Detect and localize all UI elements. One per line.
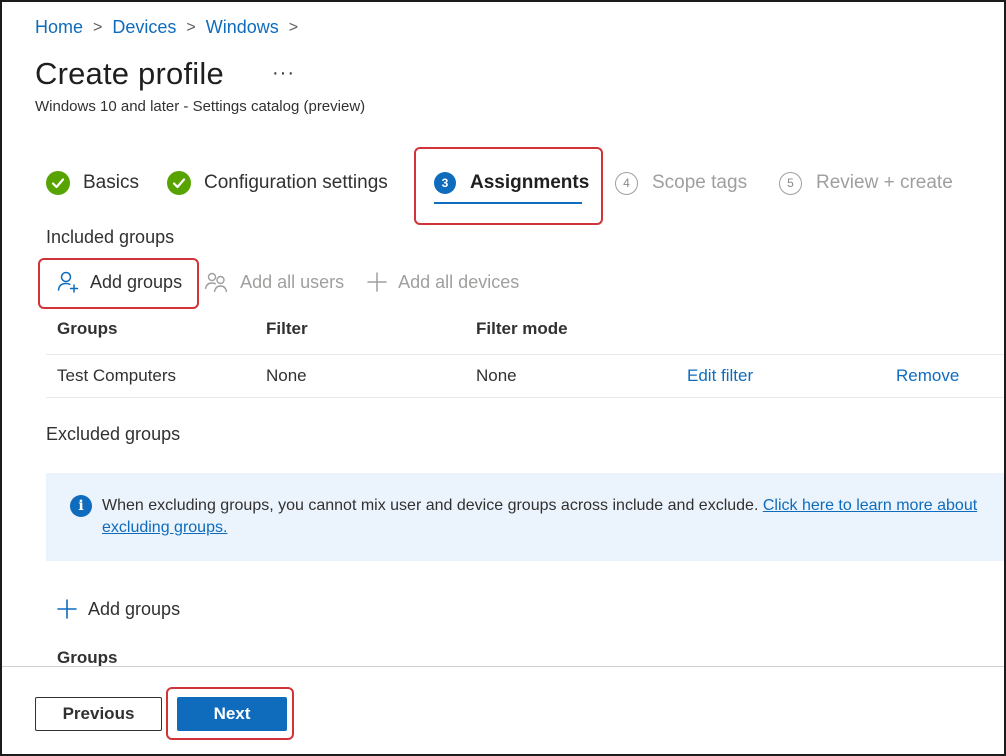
active-step-underline bbox=[434, 202, 582, 204]
included-groups-table: Groups Filter Filter mode Test Computers… bbox=[46, 310, 1004, 400]
create-profile-page: Home > Devices > Windows > Create profil… bbox=[0, 0, 1006, 756]
people-icon bbox=[204, 271, 230, 293]
add-groups-label: Add groups bbox=[90, 271, 183, 292]
excluded-groups-title: Excluded groups bbox=[46, 424, 181, 444]
step-number: 3 bbox=[434, 172, 456, 194]
breadcrumb-separator: > bbox=[288, 18, 299, 36]
step-number: 5 bbox=[779, 171, 802, 195]
plus-icon bbox=[56, 598, 78, 620]
column-header-groups: Groups bbox=[57, 319, 118, 338]
add-all-users-button[interactable]: Add all users bbox=[204, 271, 344, 293]
page-title: Create profile bbox=[35, 56, 224, 91]
included-groups-title: Included groups bbox=[46, 227, 175, 247]
cell-filter: None bbox=[266, 366, 307, 385]
breadcrumb-windows[interactable]: Windows bbox=[206, 17, 279, 38]
add-excluded-groups-button[interactable]: Add groups bbox=[56, 598, 180, 620]
info-icon: i bbox=[70, 495, 92, 517]
checkmark-circle-icon bbox=[46, 171, 70, 195]
step-label: Review + create bbox=[816, 172, 953, 193]
column-header-filter: Filter bbox=[266, 319, 308, 338]
step-configuration-settings[interactable]: Configuration settings bbox=[167, 168, 388, 198]
column-header-filter-mode: Filter mode bbox=[476, 319, 568, 338]
page-subtitle: Windows 10 and later - Settings catalog … bbox=[35, 98, 366, 115]
info-message-text: When excluding groups, you cannot mix us… bbox=[102, 497, 763, 514]
step-basics[interactable]: Basics bbox=[46, 168, 139, 198]
step-label: Scope tags bbox=[652, 172, 748, 193]
step-scope-tags[interactable]: 4 Scope tags bbox=[615, 168, 747, 198]
person-add-icon bbox=[56, 270, 80, 294]
footer-divider bbox=[2, 666, 1004, 667]
add-all-devices-button[interactable]: Add all devices bbox=[366, 271, 519, 293]
wizard-steps: Basics Configuration settings 3 Assignme… bbox=[46, 168, 996, 200]
edit-filter-link[interactable]: Edit filter bbox=[687, 366, 753, 386]
step-label: Configuration settings bbox=[204, 172, 388, 193]
step-assignments[interactable]: 3 Assignments bbox=[434, 168, 589, 198]
table-header-row: Groups Filter Filter mode bbox=[46, 310, 1004, 348]
checkmark-circle-icon bbox=[167, 171, 191, 195]
included-groups-toolbar: Add groups Add all users Add all devices bbox=[56, 267, 541, 297]
breadcrumb-home[interactable]: Home bbox=[35, 17, 83, 38]
column-header-groups: Groups bbox=[57, 648, 118, 667]
info-message-bar: i When excluding groups, you cannot mix … bbox=[46, 473, 1004, 561]
cell-filter-mode: None bbox=[476, 366, 517, 385]
step-review-create[interactable]: 5 Review + create bbox=[779, 168, 953, 198]
add-all-users-label: Add all users bbox=[240, 271, 345, 292]
plus-icon bbox=[366, 271, 388, 293]
add-groups-label: Add groups bbox=[88, 598, 181, 619]
add-groups-button[interactable]: Add groups bbox=[56, 270, 182, 294]
next-button[interactable]: Next bbox=[177, 697, 287, 731]
breadcrumb-separator: > bbox=[93, 18, 103, 36]
cell-group: Test Computers bbox=[57, 366, 177, 385]
info-message: When excluding groups, you cannot mix us… bbox=[102, 495, 982, 539]
previous-button[interactable]: Previous bbox=[35, 697, 162, 731]
breadcrumb: Home > Devices > Windows > bbox=[35, 17, 308, 38]
add-all-devices-label: Add all devices bbox=[398, 271, 520, 292]
table-row: Test Computers None None Edit filter Rem… bbox=[46, 354, 1004, 398]
step-label: Assignments bbox=[470, 172, 590, 193]
remove-link[interactable]: Remove bbox=[896, 366, 959, 386]
step-label: Basics bbox=[83, 172, 139, 193]
more-options-button[interactable]: ··· bbox=[272, 62, 295, 85]
breadcrumb-separator: > bbox=[186, 18, 196, 36]
breadcrumb-devices[interactable]: Devices bbox=[112, 17, 176, 38]
step-number: 4 bbox=[615, 171, 638, 195]
